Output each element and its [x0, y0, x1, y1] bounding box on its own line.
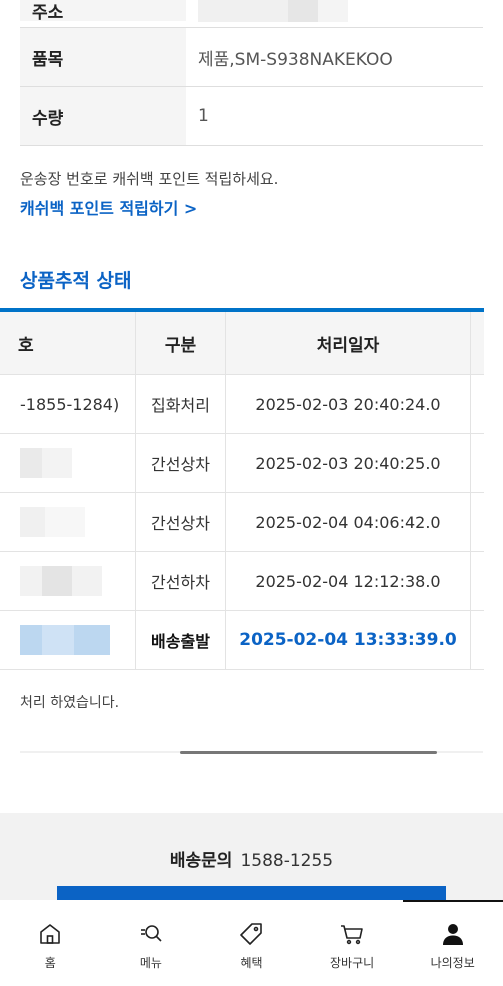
nav-label: 혜택 — [240, 956, 263, 970]
cashback-notice: 운송장 번호로 캐쉬백 포인트 적립하세요. — [20, 170, 279, 188]
home-icon — [36, 920, 64, 948]
cell-datetime: 2025-02-04 04:06:42.0 — [226, 493, 471, 551]
cell-location-redacted — [0, 611, 136, 669]
bottom-nav: 홈 메뉴 혜택 장바구니 나의정보 — [0, 900, 503, 986]
header-datetime: 처리일자 — [226, 312, 471, 374]
info-value-redacted — [186, 0, 348, 22]
nav-label: 장바구니 — [329, 956, 375, 970]
header-location: 호 — [0, 312, 136, 374]
table-row: 간선상차 2025-02-04 04:06:42.0 — [0, 493, 484, 552]
cell-type: 간선상차 — [136, 434, 226, 492]
cell-type: 집화처리 — [136, 375, 226, 433]
info-label: 품목 — [20, 28, 186, 86]
tag-icon — [237, 920, 265, 948]
info-row-item: 품목 제품,SM-S938NAKEKOO — [20, 28, 483, 87]
cell-datetime: 2025-02-03 20:40:24.0 — [226, 375, 471, 433]
info-value: 1 — [198, 106, 209, 126]
nav-item-cart[interactable]: 장바구니 — [302, 900, 403, 986]
info-row-address: 주소 — [20, 0, 483, 28]
cell-location: -1855-1284) — [0, 375, 136, 433]
table-row-latest: 배송출발 2025-02-04 13:33:39.0 — [0, 611, 484, 670]
nav-label: 나의정보 — [430, 956, 475, 970]
info-label: 주소 — [20, 0, 186, 23]
tracking-table: 호 구분 처리일자 -1855-1284) 집화처리 2025-02-03 20… — [0, 308, 484, 670]
nav-label: 홈 — [44, 956, 56, 970]
inquiry-label: 배송문의 — [169, 851, 233, 871]
cell-location-redacted — [0, 493, 136, 551]
table-row: 간선하차 2025-02-04 12:12:38.0 — [0, 552, 484, 611]
delivery-inquiry: 배송문의 1588-1255 — [0, 846, 503, 871]
nav-label: 메뉴 — [139, 956, 162, 970]
cell-extra — [471, 552, 484, 610]
user-icon — [439, 920, 467, 948]
inquiry-phone[interactable]: 1588-1255 — [240, 851, 333, 871]
cell-datetime: 2025-02-03 20:40:25.0 — [226, 434, 471, 492]
menu-search-icon — [137, 920, 165, 948]
table-row: -1855-1284) 집화처리 2025-02-03 20:40:24.0 — [0, 375, 484, 434]
header-extra — [471, 312, 484, 374]
info-label: 수량 — [20, 87, 186, 145]
table-header-row: 호 구분 처리일자 — [0, 312, 484, 375]
nav-item-my-info[interactable]: 나의정보 — [402, 900, 503, 986]
cell-datetime: 2025-02-04 12:12:38.0 — [226, 552, 471, 610]
cell-type: 간선상차 — [136, 493, 226, 551]
info-row-quantity: 수량 1 — [20, 87, 483, 146]
table-row: 간선상차 2025-02-03 20:40:25.0 — [0, 434, 484, 493]
nav-item-home[interactable]: 홈 — [0, 900, 101, 986]
cell-extra — [471, 611, 484, 669]
nav-active-indicator — [403, 900, 503, 902]
info-value: 제품,SM-S938NAKEKOO — [198, 49, 393, 70]
cell-extra — [471, 375, 484, 433]
cell-extra — [471, 493, 484, 551]
footer-blue-button[interactable] — [57, 886, 446, 900]
nav-item-benefits[interactable]: 혜택 — [201, 900, 302, 986]
cashback-link[interactable]: 캐쉬백 포인트 적립하기 > — [20, 195, 197, 219]
cell-location-redacted — [0, 552, 136, 610]
nav-item-menu[interactable]: 메뉴 — [101, 900, 202, 986]
horizontal-scrollbar[interactable] — [180, 751, 437, 754]
cell-extra — [471, 434, 484, 492]
cell-type: 간선하차 — [136, 552, 226, 610]
cell-datetime: 2025-02-04 13:33:39.0 — [226, 611, 471, 669]
header-type: 구분 — [136, 312, 226, 374]
cell-location-redacted — [0, 434, 136, 492]
cell-type: 배송출발 — [136, 611, 226, 669]
status-message: 처리 하였습니다. — [20, 695, 120, 711]
product-info-table: 주소 품목 제품,SM-S938NAKEKOO 수량 1 — [20, 0, 483, 146]
cart-icon — [338, 920, 366, 948]
tracking-section-title: 상품추적 상태 — [20, 270, 132, 292]
